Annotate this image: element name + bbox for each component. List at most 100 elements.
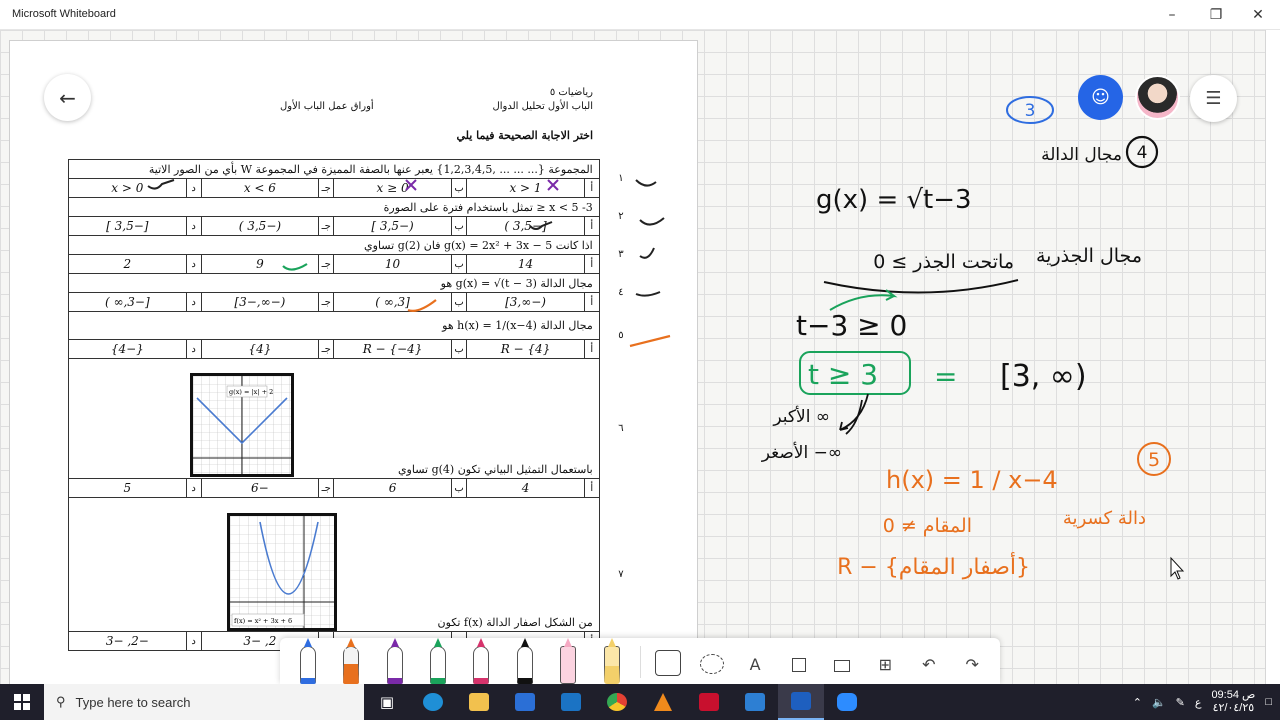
absolute-value-graph: g(x) = |x| + 2: [190, 373, 294, 477]
ink-inequality: t−3 ≥ 0: [796, 309, 907, 342]
clock-time: 09:54 ص: [1211, 689, 1256, 701]
settings-menu-button[interactable]: ☰: [1190, 75, 1237, 122]
question-row: ٧ من الشكل اصفار الدالة f(x) تكون: [68, 497, 642, 651]
ink-largest: الأكبر ∞: [772, 406, 830, 427]
text-icon: A: [749, 655, 761, 674]
question-text: مجال الدالة h(x) = 1/(x−4) هو: [68, 311, 600, 340]
option-value: 9: [200, 254, 320, 274]
image-tool[interactable]: [820, 640, 863, 684]
windows-logo-icon: [14, 694, 30, 710]
maximize-button[interactable]: ❐: [1194, 0, 1238, 30]
graph-label: g(x) = |x| + 2: [229, 388, 273, 396]
option-value: −2, −3: [68, 631, 187, 651]
blue-pen-tool[interactable]: [286, 638, 329, 684]
avatar[interactable]: [1135, 75, 1180, 120]
black-pen-tool[interactable]: [503, 638, 546, 684]
option-value: −6: [200, 478, 320, 498]
ink-interval: [3, ∞): [1000, 359, 1087, 394]
parabola-graph: f(x) = x² + 3x + 6: [227, 513, 337, 631]
taskbar-search[interactable]: ⚲ Type here to search: [44, 684, 364, 720]
language-indicator[interactable]: ع: [1195, 696, 1202, 709]
question-row: ١ المجموعة {... ... ... ,1,2,3,4,5} يعبر…: [68, 159, 642, 198]
pink-pen-icon: [473, 638, 490, 684]
lasso-tool[interactable]: [690, 640, 733, 684]
clock[interactable]: 09:54 ص ٤٢/٠٤/٢٥: [1211, 689, 1255, 715]
task-view-button[interactable]: ▣: [364, 684, 410, 720]
adjacent-sheet-edge[interactable]: [1265, 30, 1280, 684]
option-value: 14: [466, 254, 585, 274]
edge-app[interactable]: [410, 684, 456, 720]
text-tool[interactable]: A: [733, 640, 776, 684]
purple-pen-tool[interactable]: [373, 638, 416, 684]
question-number: ٣: [598, 235, 642, 274]
chevron-up-icon[interactable]: ⌃: [1133, 696, 1142, 709]
question-row: ٦ باستعمال التمثيل البياني تكون g(4) تسا…: [68, 358, 642, 498]
invite-button[interactable]: ☺: [1078, 75, 1123, 120]
folder-icon: [469, 693, 489, 711]
zoom-app[interactable]: [824, 684, 870, 720]
sticky-note-icon: [791, 658, 806, 672]
chrome-app[interactable]: [594, 684, 640, 720]
ink-equals: =: [934, 360, 957, 393]
clock-date: ٤٢/٠٤/٢٥: [1212, 702, 1255, 714]
instruction: اختر الاجابة الصحيحة فيما يلي: [456, 129, 593, 142]
file-explorer-app[interactable]: [456, 684, 502, 720]
media-player-app[interactable]: [732, 684, 778, 720]
start-button[interactable]: [0, 684, 44, 720]
store-app[interactable]: [502, 684, 548, 720]
orange-pen-tool[interactable]: [329, 634, 372, 684]
pink-pen-tool[interactable]: [460, 638, 503, 684]
volume-icon[interactable]: 🔈: [1152, 696, 1166, 709]
back-arrow-icon: ←: [59, 85, 76, 110]
question-number: ٧: [598, 497, 642, 651]
pink-highlighter-tool[interactable]: [547, 638, 590, 684]
option-value: {4}: [200, 339, 320, 359]
search-icon: ⚲: [56, 694, 66, 709]
option-value: {−4}: [68, 339, 187, 359]
options-row: أ (−∞,3] ب [3,∞ ) جـ (−∞,−3] د [−3,∞ ): [68, 292, 643, 312]
options-row: أ 4 ب 6 جـ −6 د 5: [68, 478, 643, 498]
option-value: (−∞,3]: [466, 292, 585, 312]
acrobat-app[interactable]: [686, 684, 732, 720]
add-tool[interactable]: ⊞: [864, 640, 907, 684]
whiteboard-canvas[interactable]: رياضيات ٥ الباب الأول تحليل الدوال أوراق…: [0, 30, 1280, 684]
window-title: Microsoft Whiteboard: [12, 8, 116, 20]
ruler-tool[interactable]: [646, 640, 689, 684]
undo-button[interactable]: ↶: [907, 640, 950, 684]
ink-radical-domain: مجال الجذرية: [1036, 245, 1142, 267]
option-value: [−3,5 ]: [68, 216, 187, 236]
back-button[interactable]: ←: [44, 74, 91, 121]
mail-app[interactable]: [548, 684, 594, 720]
option-value: x > 1: [466, 178, 585, 198]
option-value: [3,∞ ): [333, 292, 452, 312]
vlc-app[interactable]: [640, 684, 686, 720]
yellow-highlighter-tool[interactable]: [590, 634, 633, 684]
option-value: 5: [68, 478, 187, 498]
questions-table: ١ المجموعة {... ... ... ,1,2,3,4,5} يعبر…: [68, 159, 642, 651]
option-value: x > 0: [68, 178, 187, 198]
search-placeholder: Type here to search: [75, 694, 191, 710]
question-text: المجموعة {... ... ... ,1,2,3,4,5} يعبر ع…: [68, 159, 600, 179]
green-pen-tool[interactable]: [416, 638, 459, 684]
worksheet[interactable]: رياضيات ٥ الباب الأول تحليل الدوال أوراق…: [9, 40, 698, 684]
sticky-note-tool[interactable]: [777, 640, 820, 684]
question-number: ٢: [598, 197, 642, 236]
green-pen-icon: [430, 638, 447, 684]
whiteboard-app[interactable]: [778, 684, 824, 720]
minimize-button[interactable]: –: [1150, 0, 1194, 30]
vlc-icon: [654, 693, 672, 711]
question-row: ٢ x < 5 -3 ≤ تمثل باستخدام فترة على الصو…: [68, 197, 642, 236]
pink-highlighter-icon: [560, 638, 577, 684]
option-value: x ≥ 0: [333, 178, 452, 198]
chapter-label: الباب الأول تحليل الدوال: [492, 101, 593, 112]
redo-button[interactable]: ↷: [951, 640, 994, 684]
ink-circle-4: 4: [1137, 143, 1148, 163]
pen-icon[interactable]: ✎: [1176, 696, 1185, 709]
notifications-icon[interactable]: □: [1265, 696, 1272, 708]
yellow-highlighter-icon: [603, 638, 620, 684]
option-value: 4: [466, 478, 585, 498]
task-view-icon: ▣: [379, 693, 395, 711]
ink-rational-function: دالة كسرية: [1063, 508, 1146, 529]
close-button[interactable]: ✕: [1236, 0, 1280, 30]
ink-g-definition: g(x) = √t−3: [816, 185, 972, 215]
